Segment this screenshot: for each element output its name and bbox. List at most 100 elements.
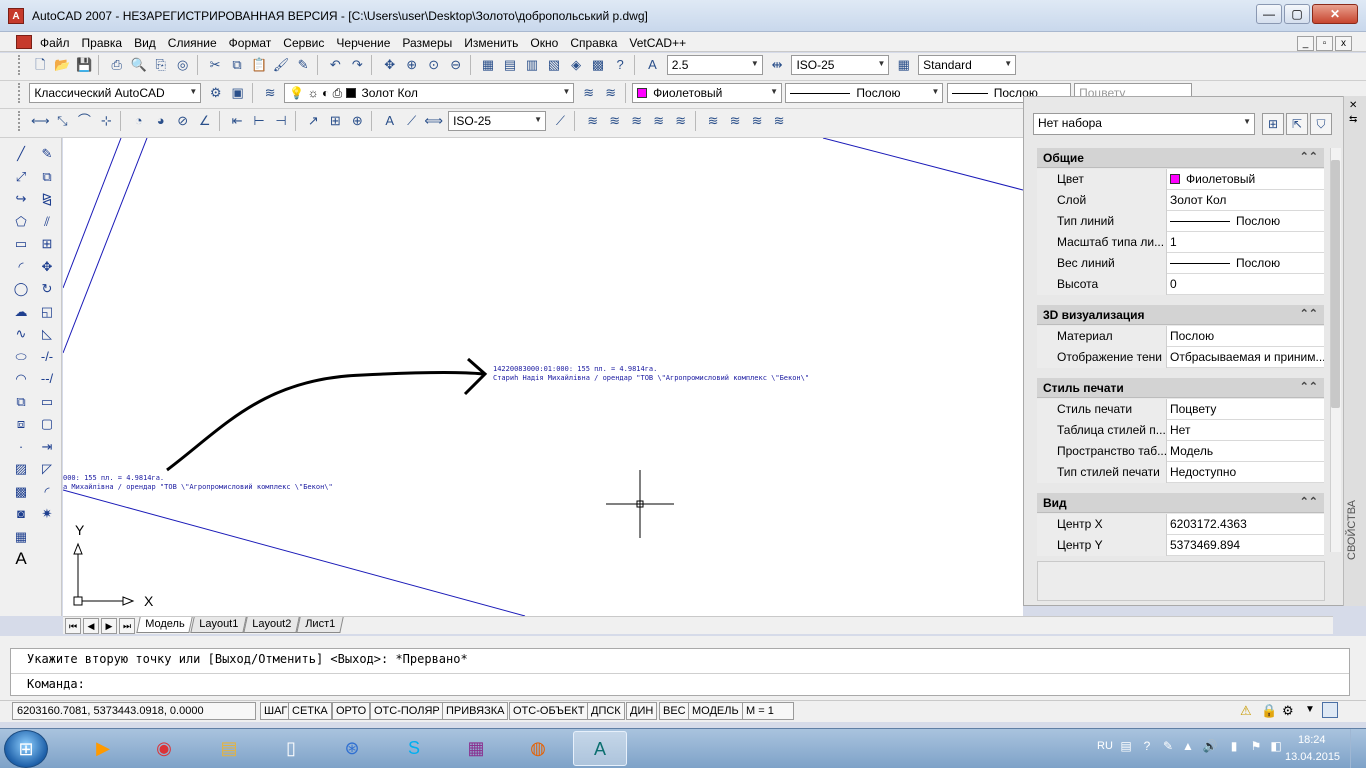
menu-draw[interactable]: Черчение — [330, 34, 396, 54]
color-combo[interactable]: Фиолетовый ▼ — [632, 83, 783, 103]
menu-view[interactable]: Вид — [128, 34, 162, 54]
table-style-icon[interactable]: ▦ — [894, 55, 914, 75]
properties-icon[interactable]: ▦ — [478, 55, 498, 75]
3dwf-icon[interactable]: ◎ — [173, 55, 193, 75]
ortho-toggle[interactable]: ОРТО — [332, 702, 371, 720]
open-icon[interactable]: 📂 — [52, 55, 72, 75]
leader-icon[interactable]: ↗ — [303, 111, 323, 131]
prop-row-linetype[interactable]: Тип линий Послою — [1037, 211, 1324, 232]
layer-combo[interactable]: 💡 ☼ ◐ ⎙ Золот Кол ▼ — [284, 83, 575, 103]
new-icon[interactable]: 🗋 — [30, 55, 50, 75]
block-editor-icon[interactable]: ✎ — [293, 55, 313, 75]
preview-icon[interactable]: 🔍 — [129, 55, 149, 75]
last-tab-button[interactable]: ⏭ — [119, 618, 135, 634]
center-mark-icon[interactable]: ⊕ — [347, 111, 367, 131]
collapse-icon[interactable]: ⌃⌃ — [1300, 380, 1318, 393]
dimedit-icon[interactable]: A — [380, 111, 400, 131]
erase-icon[interactable]: ✎ — [37, 144, 57, 164]
media-player-icon[interactable]: ▶ — [76, 731, 130, 766]
menu-format[interactable]: Формат — [223, 34, 278, 54]
continue-dim-icon[interactable]: ⊣ — [271, 111, 291, 131]
pdf-tray-icon[interactable]: ▤ — [1118, 738, 1134, 754]
annotation-scale[interactable]: M = 1 — [742, 702, 794, 720]
quick-select-icon[interactable]: ⛉ — [1310, 113, 1332, 135]
firefox-icon[interactable]: ◍ — [511, 731, 565, 766]
trim-icon[interactable]: -/- — [37, 347, 57, 367]
match-properties-icon[interactable]: 🖌 — [271, 55, 291, 75]
winrar-icon[interactable]: ▦ — [449, 731, 503, 766]
zoom-window-icon[interactable]: ⊙ — [424, 55, 444, 75]
prop-row-linetype-scale[interactable]: Масштаб типа ли... 1 — [1037, 232, 1324, 253]
dim-style-combo-2[interactable]: ISO-25 ▼ — [448, 111, 547, 131]
scale-icon[interactable]: ◱ — [37, 302, 57, 322]
tab-model[interactable]: Модель — [136, 617, 194, 633]
angular-dim-icon[interactable]: ∠ — [195, 111, 215, 131]
array-icon[interactable]: ⊞ — [37, 234, 57, 254]
text-style-icon[interactable]: A — [642, 55, 662, 75]
collapse-icon[interactable]: ⌃⌃ — [1300, 150, 1318, 163]
insert-block-icon[interactable]: ⧉ — [11, 392, 31, 412]
circle-icon[interactable]: ◯ — [11, 279, 31, 299]
arc-icon[interactable]: ◜ — [11, 257, 31, 277]
explorer-icon[interactable]: ▤ — [202, 731, 256, 766]
tolerance-icon[interactable]: ⊞ — [325, 111, 345, 131]
offset-icon[interactable]: ⫽ — [37, 212, 57, 232]
clock-date[interactable]: 13.04.2015 — [1285, 751, 1340, 763]
toolbar-grip[interactable] — [18, 83, 22, 103]
section-general[interactable]: Общие ⌃⌃ — [1037, 148, 1324, 168]
break-icon[interactable]: ▢ — [37, 414, 57, 434]
model-toggle[interactable]: МОДЕЛЬ — [688, 702, 743, 720]
dim-style-combo[interactable]: ISO-25 ▼ — [791, 55, 890, 75]
drawing-canvas[interactable]: 14220083000:01:000: 155 пл. = 4.9814га. … — [63, 138, 1023, 616]
radius-dim-icon[interactable]: ◔ — [129, 111, 149, 131]
section-3d-visualization[interactable]: 3D визуализация ⌃⌃ — [1037, 305, 1324, 325]
revision-cloud-icon[interactable]: ☁ — [11, 302, 31, 322]
restore-button[interactable]: ▢ — [1284, 4, 1310, 24]
prop-row-center-y[interactable]: Центр Y 5373469.894 — [1037, 535, 1324, 556]
copy-object-icon[interactable]: ⧉ — [37, 167, 57, 187]
action-center-icon[interactable]: ⚑ — [1248, 738, 1264, 754]
rectangle-icon[interactable]: ▭ — [11, 234, 31, 254]
next-tab-button[interactable]: ▶ — [101, 618, 117, 634]
palette-close-icon[interactable]: ✕ — [1349, 100, 1357, 111]
layer-tool-2-icon[interactable]: ≋ — [605, 111, 625, 131]
layer-tool-8-icon[interactable]: ≋ — [747, 111, 767, 131]
communication-center-icon[interactable]: ⚠ — [1240, 703, 1252, 719]
layer-tool-7-icon[interactable]: ≋ — [725, 111, 745, 131]
prop-row-layer[interactable]: Слой Золот Кол — [1037, 190, 1324, 211]
polygon-icon[interactable]: ⬠ — [11, 212, 31, 232]
workspace-save-icon[interactable]: ▣ — [228, 83, 248, 103]
prop-row-center-x[interactable]: Центр X 6203172.4363 — [1037, 514, 1324, 535]
tool-palettes-icon[interactable]: ▥ — [522, 55, 542, 75]
workspace-settings-icon[interactable]: ⚙ — [206, 83, 226, 103]
menu-tools[interactable]: Сервис — [277, 34, 330, 54]
command-window[interactable]: Укажите вторую точку или [Выход/Отменить… — [10, 648, 1350, 696]
section-view[interactable]: Вид ⌃⌃ — [1037, 493, 1324, 513]
prop-row-thickness[interactable]: Высота 0 — [1037, 274, 1324, 295]
move-icon[interactable]: ✥ — [37, 257, 57, 277]
dim-update-icon[interactable]: ⟺ — [424, 111, 444, 131]
layer-tool-1-icon[interactable]: ≋ — [583, 111, 603, 131]
ducs-toggle[interactable]: ДПСК — [587, 702, 625, 720]
dim-style-icon[interactable]: ⇹ — [767, 55, 787, 75]
menu-file[interactable]: Файл — [34, 34, 76, 54]
tab-layout2[interactable]: Layout2 — [243, 617, 300, 633]
table-icon[interactable]: ▦ — [11, 527, 31, 547]
network-icon[interactable]: ⊛ — [325, 731, 379, 766]
markup-icon[interactable]: ◈ — [566, 55, 586, 75]
lwt-toggle[interactable]: ВЕС — [659, 702, 690, 720]
table-style-combo[interactable]: Standard ▼ — [918, 55, 1017, 75]
notification-icon[interactable]: ◧ — [1268, 738, 1284, 754]
line-icon[interactable]: ╱ — [11, 144, 31, 164]
chamfer-icon[interactable]: ◸ — [37, 459, 57, 479]
menu-merge[interactable]: Слияние — [162, 34, 223, 54]
aligned-dim-icon[interactable]: ⤡ — [52, 111, 72, 131]
fillet-icon[interactable]: ◜ — [37, 482, 57, 502]
start-button[interactable]: ⊞ — [4, 730, 48, 768]
document-icon[interactable]: ▯ — [264, 731, 318, 766]
workspace-combo[interactable]: Классический AutoCAD ▼ — [29, 83, 202, 103]
save-icon[interactable]: 💾 — [74, 55, 94, 75]
doc-restore-button[interactable]: ▫ — [1316, 36, 1333, 51]
linear-dim-icon[interactable]: ⟷ — [30, 111, 50, 131]
baseline-dim-icon[interactable]: ⊢ — [249, 111, 269, 131]
